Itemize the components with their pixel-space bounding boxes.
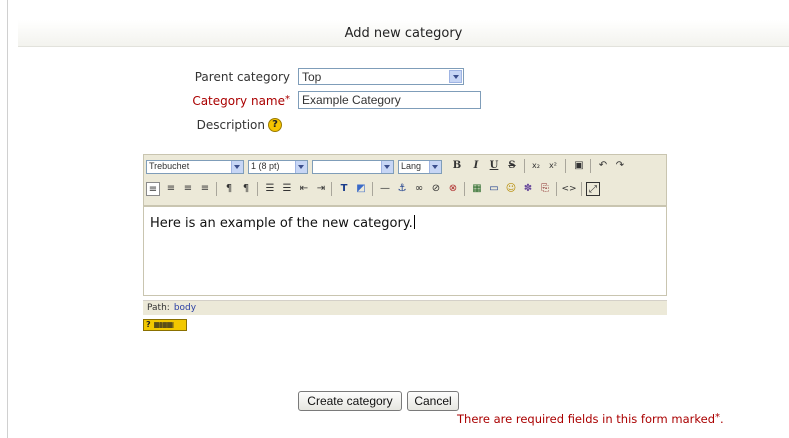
nolink-icon[interactable]: ⊘ [429, 182, 443, 196]
align-right-button[interactable]: ≡ [181, 182, 195, 196]
bold-button[interactable]: B [450, 159, 464, 173]
font-size-select[interactable]: 1 (8 pt) [248, 160, 308, 174]
toolbar-separator [556, 182, 557, 196]
horizontal-rule-button[interactable]: — [378, 182, 392, 196]
text-color-button[interactable]: T [337, 182, 351, 196]
parent-category-select[interactable]: Top [298, 68, 464, 85]
justify-button[interactable]: ≡ [198, 182, 212, 196]
toolbar-separator [216, 182, 217, 196]
editor-path-bar: Path: body [143, 300, 667, 315]
toolbar-separator [590, 159, 591, 173]
language-select[interactable]: Lang [398, 160, 442, 174]
page-header: Add new category [18, 20, 789, 47]
font-family-select[interactable]: Trebuchet [146, 160, 244, 174]
unlink-icon[interactable]: ⊗ [446, 182, 460, 196]
ltr-button[interactable]: ¶ [222, 182, 236, 196]
category-name-field[interactable]: Example Category [298, 91, 481, 109]
page-title: Add new category [344, 26, 463, 41]
indent-button[interactable]: ⇥ [314, 182, 328, 196]
toolbar-separator [524, 159, 525, 173]
category-name-label-text: Category name [192, 94, 285, 108]
ordered-list-button[interactable]: ☰ [263, 182, 277, 196]
help-icon[interactable]: ? [268, 118, 282, 132]
italic-button[interactable]: I [469, 159, 483, 173]
search-replace-icon[interactable]: ⎘ [538, 182, 552, 196]
keyboard-help-icon[interactable]: ? ▦▦▦ [143, 319, 187, 331]
chevron-down-icon[interactable] [295, 161, 307, 173]
toolbar-separator [257, 182, 258, 196]
background-color-button[interactable]: ◩ [354, 182, 368, 196]
chevron-down-icon[interactable] [381, 161, 393, 173]
format-select[interactable] [312, 160, 394, 174]
chevron-down-icon[interactable] [231, 161, 243, 173]
subscript-button[interactable]: x₂ [529, 159, 543, 173]
outdent-button[interactable]: ⇤ [297, 182, 311, 196]
page-left-border [7, 0, 8, 438]
path-label: Path: [147, 303, 170, 313]
insert-image-icon[interactable]: ▦ [470, 182, 484, 196]
editor-text: Here is an example of the new category. [150, 215, 415, 231]
path-body-link[interactable]: body [174, 303, 196, 313]
cancel-button[interactable]: Cancel [407, 391, 459, 411]
anchor-icon[interactable]: ⚓ [395, 182, 409, 196]
required-fields-note: There are required fields in this form m… [457, 412, 724, 426]
toolbar-separator [372, 182, 373, 196]
text-caret [413, 215, 415, 229]
special-char-icon[interactable]: ✽ [521, 182, 535, 196]
align-left-button[interactable]: ≡ [146, 182, 160, 196]
toolbar-separator [581, 182, 582, 196]
fullscreen-icon[interactable]: ⤢ [586, 182, 600, 196]
create-category-button[interactable]: Create category [298, 391, 402, 411]
align-center-button[interactable]: ≡ [164, 182, 178, 196]
superscript-button[interactable]: x² [546, 159, 560, 173]
category-name-label: Category name* [160, 94, 290, 108]
editor-toolbar: Trebuchet 1 (8 pt) Lang B I U S x₂ x² ▣ … [143, 154, 667, 206]
parent-category-value: Top [302, 70, 322, 84]
toolbar-separator [464, 182, 465, 196]
smiley-icon[interactable]: ☺ [504, 182, 518, 196]
toolbar-separator [565, 159, 566, 173]
clean-word-button[interactable]: ▣ [572, 159, 586, 173]
parent-category-label: Parent category [194, 70, 290, 84]
chevron-down-icon[interactable] [449, 70, 462, 83]
strikethrough-button[interactable]: S [505, 159, 519, 173]
required-star-icon: * [285, 94, 290, 105]
link-icon[interactable]: ∞ [412, 182, 426, 196]
editor-content-area[interactable]: Here is an example of the new category. [143, 206, 667, 296]
description-label: Description [196, 118, 265, 132]
underline-button[interactable]: U [487, 159, 501, 173]
html-source-icon[interactable]: <> [560, 182, 578, 196]
undo-icon[interactable]: ↶ [596, 159, 610, 173]
chevron-down-icon[interactable] [429, 161, 441, 173]
rtl-button[interactable]: ¶ [239, 182, 253, 196]
redo-icon[interactable]: ↷ [613, 159, 627, 173]
insert-table-icon[interactable]: ▭ [487, 182, 501, 196]
toolbar-separator [331, 182, 332, 196]
unordered-list-button[interactable]: ☰ [280, 182, 294, 196]
